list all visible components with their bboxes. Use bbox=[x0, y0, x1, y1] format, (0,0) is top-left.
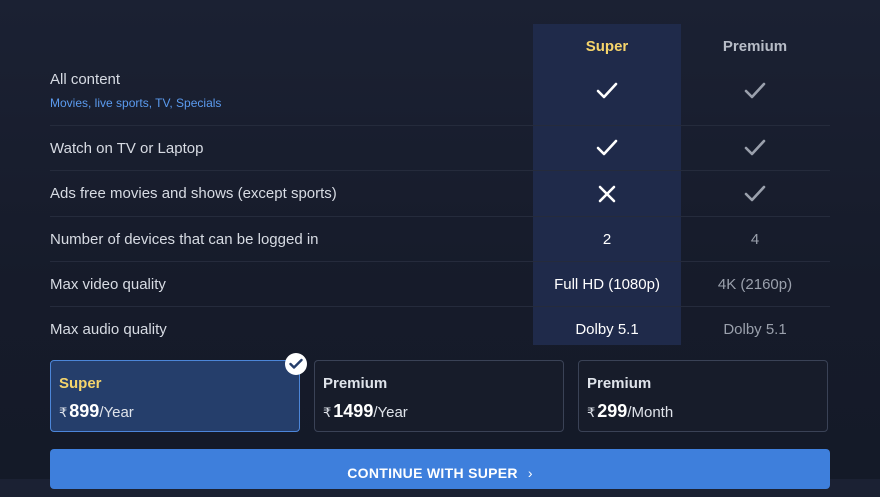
feature-row-audio-quality: Max audio quality Dolby 5.1 Dolby 5.1 bbox=[50, 307, 830, 345]
super-audio-quality: Dolby 5.1 bbox=[575, 321, 639, 338]
premium-column-header: Premium bbox=[722, 38, 788, 55]
feature-row-watch-tv: Watch on TV or Laptop bbox=[50, 126, 830, 171]
plan-card-super-yearly[interactable]: Super ₹899/Year bbox=[50, 360, 300, 432]
plan-card-premium-yearly[interactable]: Premium ₹1499/Year bbox=[314, 360, 564, 432]
premium-check-icon bbox=[681, 82, 829, 104]
plan-name: Premium bbox=[323, 375, 388, 392]
currency-symbol: ₹ bbox=[59, 405, 68, 420]
plan-name: Premium bbox=[587, 375, 652, 392]
premium-devices-value: 4 bbox=[750, 231, 760, 248]
feature-label: Max audio quality bbox=[50, 321, 167, 338]
continue-button[interactable]: CONTINUE WITH SUPER › bbox=[50, 449, 830, 489]
plan-name: Super bbox=[59, 375, 102, 392]
feature-sublabel: Movies, live sports, TV, Specials bbox=[50, 96, 222, 110]
price-amount: 1499 bbox=[333, 401, 374, 421]
premium-video-quality: 4K (2160p) bbox=[717, 276, 793, 293]
price-amount: 899 bbox=[69, 401, 100, 421]
super-video-quality: Full HD (1080p) bbox=[554, 276, 660, 293]
super-cross-icon bbox=[533, 184, 681, 208]
super-check-icon bbox=[533, 82, 681, 104]
plan-price: ₹1499/Year bbox=[323, 401, 408, 422]
super-check-icon bbox=[533, 139, 681, 161]
currency-symbol: ₹ bbox=[587, 405, 596, 420]
price-period: /Year bbox=[99, 404, 134, 421]
plan-price: ₹899/Year bbox=[59, 401, 134, 422]
selected-check-icon bbox=[285, 353, 307, 375]
premium-check-icon bbox=[681, 139, 829, 161]
feature-row-devices: Number of devices that can be logged in … bbox=[50, 217, 830, 262]
feature-label: Watch on TV or Laptop bbox=[50, 140, 204, 157]
feature-row-video-quality: Max video quality Full HD (1080p) 4K (21… bbox=[50, 262, 830, 307]
feature-row-ads-free: Ads free movies and shows (except sports… bbox=[50, 171, 830, 217]
super-column-header: Super bbox=[585, 38, 629, 55]
premium-check-icon bbox=[681, 185, 829, 207]
feature-label: All content bbox=[50, 71, 121, 88]
price-period: /Month bbox=[627, 404, 674, 421]
feature-label: Max video quality bbox=[50, 276, 166, 293]
premium-audio-quality: Dolby 5.1 bbox=[723, 321, 787, 338]
price-period: /Year bbox=[373, 404, 408, 421]
price-amount: 299 bbox=[597, 401, 628, 421]
plan-price: ₹299/Month bbox=[587, 401, 673, 422]
currency-symbol: ₹ bbox=[323, 405, 332, 420]
super-devices-value: 2 bbox=[602, 231, 612, 248]
feature-label: Number of devices that can be logged in bbox=[50, 231, 319, 248]
feature-label: Ads free movies and shows (except sports… bbox=[50, 185, 337, 202]
feature-row-all-content: All content Movies, live sports, TV, Spe… bbox=[50, 62, 830, 126]
plan-card-premium-monthly[interactable]: Premium ₹299/Month bbox=[578, 360, 828, 432]
